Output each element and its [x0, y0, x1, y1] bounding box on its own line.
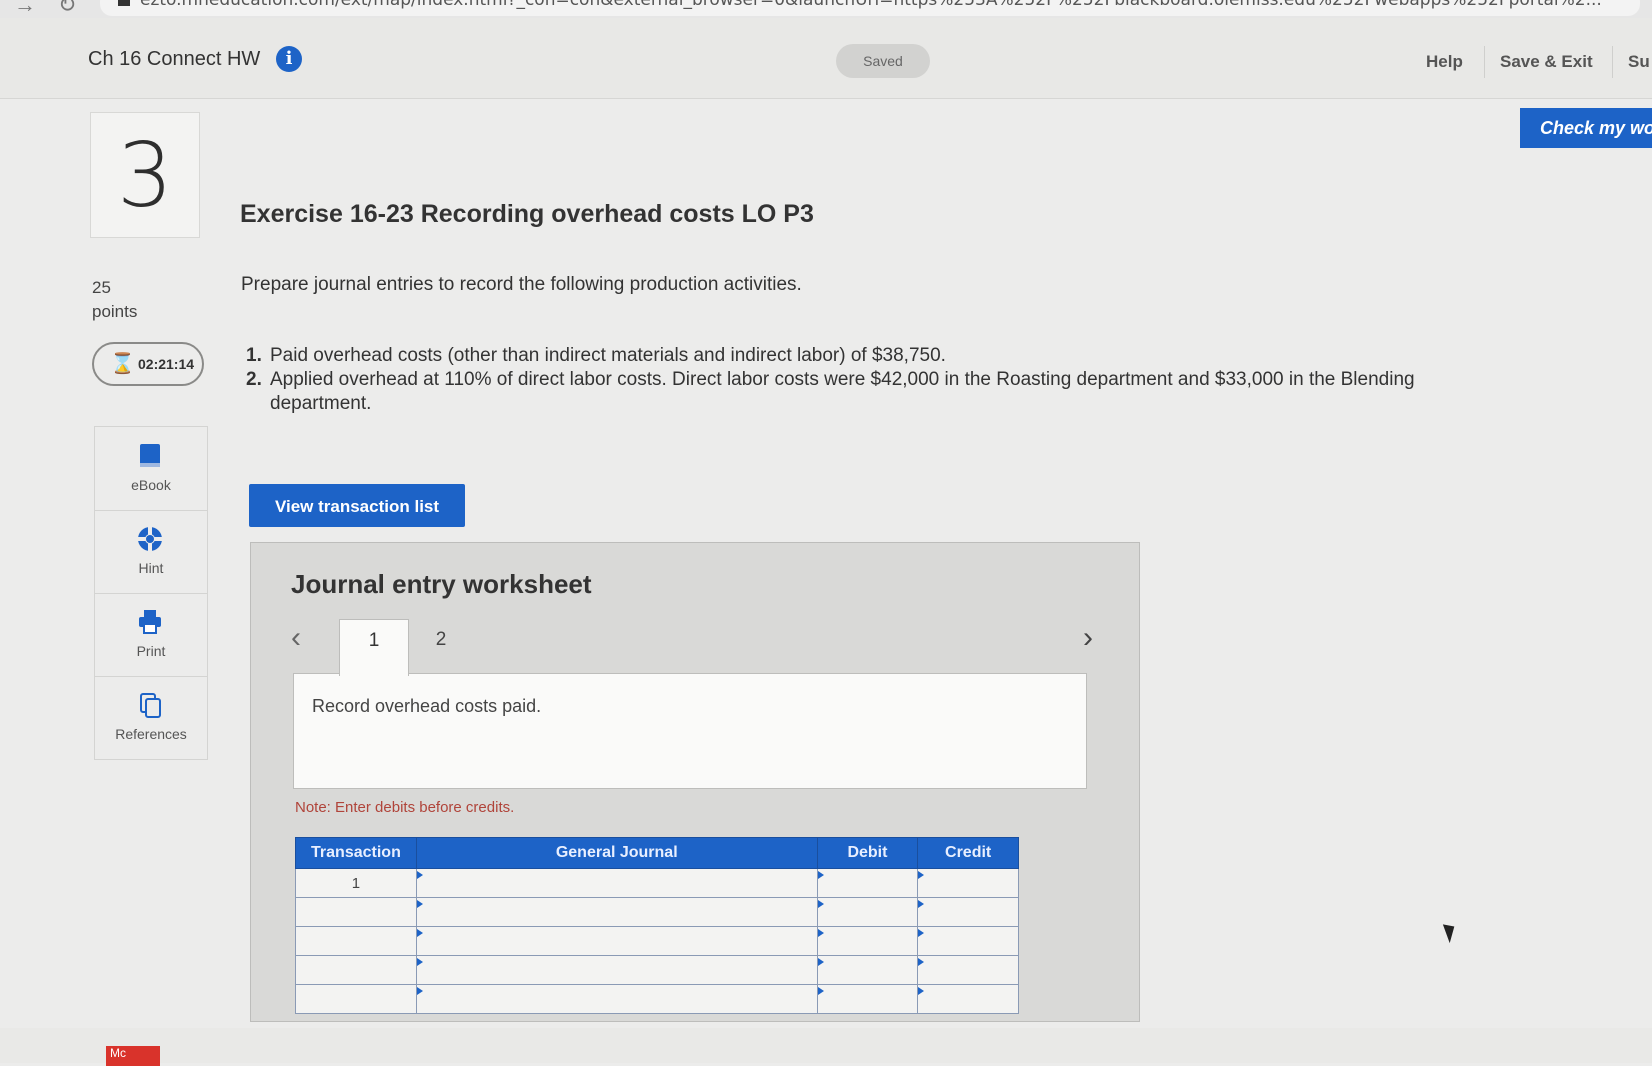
saved-status-badge: Saved [836, 44, 930, 78]
table-row [295, 926, 1019, 956]
table-row [295, 955, 1019, 985]
ebook-button[interactable]: eBook [95, 427, 207, 511]
debit-input[interactable] [816, 868, 919, 898]
task-number: 1. [246, 345, 262, 366]
transaction-cell [295, 955, 417, 985]
references-label: References [115, 726, 187, 742]
header-divider [1612, 46, 1613, 78]
column-header-debit: Debit [816, 837, 919, 869]
view-transaction-list-button[interactable]: View transaction list [249, 484, 465, 527]
reload-icon[interactable]: ↻ [58, 0, 76, 18]
credit-input[interactable] [917, 955, 1019, 985]
credit-input[interactable] [917, 926, 1019, 956]
chevron-right-icon[interactable]: › [1083, 621, 1093, 655]
account-select[interactable] [415, 868, 818, 898]
task-number: 2. [246, 369, 262, 390]
debit-input[interactable] [816, 984, 919, 1014]
printer-icon [139, 610, 161, 634]
credit-input[interactable] [917, 868, 1019, 898]
table-row [295, 897, 1019, 927]
points-value: 25 [92, 278, 111, 297]
references-button[interactable]: References [95, 676, 207, 759]
hint-label: Hint [138, 560, 164, 576]
lifebuoy-icon [138, 527, 162, 551]
worksheet-description: Record overhead costs paid. [293, 673, 1087, 789]
help-button[interactable]: Help [1426, 52, 1463, 72]
question-instruction: Prepare journal entries to record the fo… [241, 274, 802, 295]
table-row: 1 [295, 868, 1019, 898]
hint-button[interactable]: Hint [95, 510, 207, 594]
header-divider [1484, 46, 1485, 78]
book-icon [140, 444, 160, 467]
points-label: points [92, 302, 138, 321]
assignment-header: Ch 16 Connect HW i Saved Help Save & Exi… [0, 18, 1652, 99]
debit-input[interactable] [816, 955, 919, 985]
transaction-cell [295, 984, 417, 1014]
chevron-left-icon[interactable]: ‹ [291, 621, 301, 655]
column-header-general-journal: General Journal [415, 837, 818, 869]
tools-panel: eBook Hint Print References [94, 426, 208, 760]
column-header-transaction: Transaction [295, 837, 417, 869]
account-select[interactable] [415, 897, 818, 927]
worksheet-tab-2[interactable]: 2 [407, 619, 475, 675]
transaction-cell [295, 897, 417, 927]
url-text: ezto.mheducation.com/ext/map/index.html?… [140, 0, 1602, 10]
task-list: 1. Paid overhead costs (other than indir… [246, 344, 1476, 416]
exercise-title: Exercise 16-23 Recording overhead costs … [240, 200, 814, 228]
credit-input[interactable] [917, 984, 1019, 1014]
footer [0, 1028, 1652, 1063]
check-my-work-button[interactable]: Check my wo [1520, 108, 1652, 148]
worksheet-note: Note: Enter debits before credits. [295, 799, 515, 816]
account-select[interactable] [415, 984, 818, 1014]
url-field[interactable]: ezto.mheducation.com/ext/map/index.html?… [100, 0, 1640, 16]
info-icon[interactable]: i [276, 46, 302, 72]
timer-badge: ⌛ 02:21:14 [92, 342, 204, 386]
mouse-cursor-icon [1442, 920, 1460, 944]
mcgraw-hill-logo: Mc [106, 1046, 160, 1066]
column-header-credit: Credit [917, 837, 1019, 869]
question-points: 25 points [92, 276, 137, 324]
print-label: Print [136, 643, 166, 659]
credit-input[interactable] [917, 897, 1019, 927]
task-text: Paid overhead costs (other than indirect… [270, 345, 946, 366]
debit-input[interactable] [816, 926, 919, 956]
journal-table: Transaction General Journal Debit Credit… [295, 837, 1019, 1014]
transaction-cell [295, 926, 417, 956]
submit-button[interactable]: Su [1628, 52, 1650, 72]
table-row [295, 984, 1019, 1014]
lock-icon [118, 0, 130, 6]
debit-input[interactable] [816, 897, 919, 927]
print-button[interactable]: Print [95, 593, 207, 677]
ebook-label: eBook [131, 477, 171, 493]
list-item: 2. Applied overhead at 110% of direct la… [246, 368, 1476, 416]
back-arrow-icon[interactable]: → [14, 0, 36, 18]
question-number: 3 [90, 112, 200, 238]
list-item: 1. Paid overhead costs (other than indir… [246, 344, 1476, 368]
hourglass-icon: ⌛ [110, 353, 135, 375]
task-text: Applied overhead at 110% of direct labor… [270, 369, 1415, 414]
copy-icon [140, 693, 161, 718]
browser-address-bar: → ↻ ezto.mheducation.com/ext/map/index.h… [0, 0, 1652, 18]
journal-entry-worksheet: Journal entry worksheet ‹ 1 2 › Record o… [250, 542, 1140, 1022]
timer-value: 02:21:14 [138, 356, 195, 372]
account-select[interactable] [415, 926, 818, 956]
account-select[interactable] [415, 955, 818, 985]
worksheet-tab-1[interactable]: 1 [339, 619, 409, 676]
assignment-title: Ch 16 Connect HW [88, 48, 261, 70]
transaction-cell: 1 [295, 868, 417, 898]
save-exit-button[interactable]: Save & Exit [1500, 52, 1593, 72]
worksheet-title: Journal entry worksheet [291, 569, 592, 599]
